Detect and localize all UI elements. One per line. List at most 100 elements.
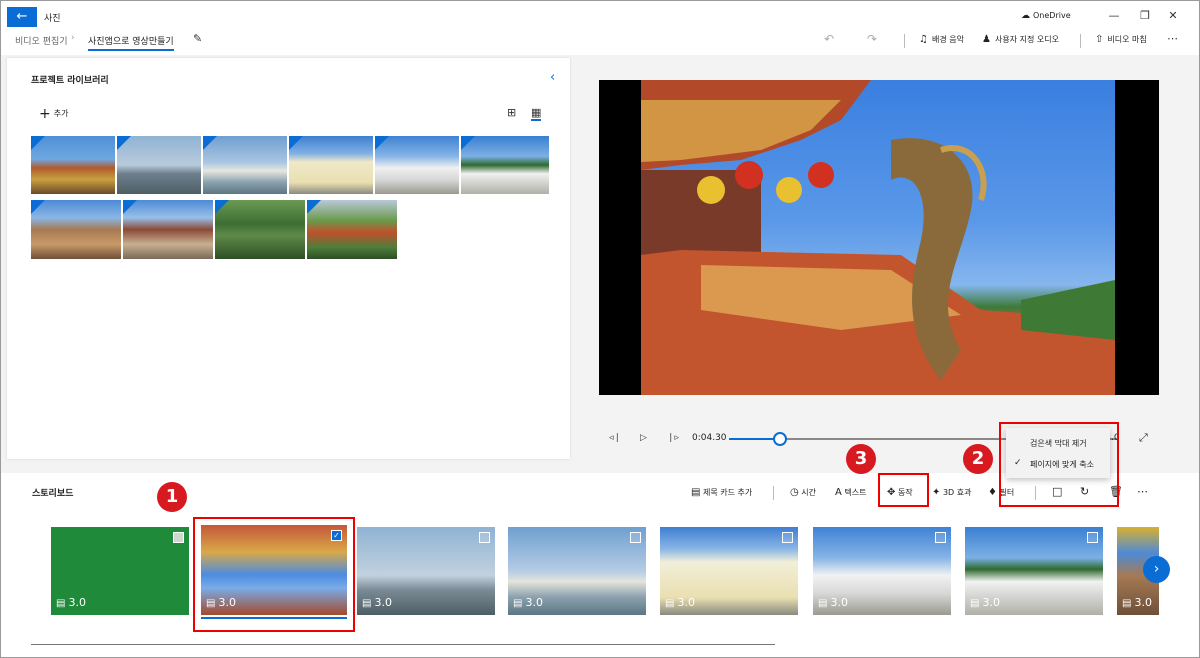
title-card-icon: ▤ <box>691 487 701 498</box>
back-button[interactable]: ← <box>7 7 37 27</box>
redo-icon: ↷ <box>867 32 878 46</box>
minimize-icon: — <box>1108 9 1120 22</box>
clip-duration-value: 3.0 <box>525 596 543 609</box>
app-title: 사진 <box>44 14 61 24</box>
image-icon: ▤ <box>970 598 980 609</box>
clip-checkbox[interactable] <box>479 532 490 543</box>
annotation-box-motion <box>878 473 929 507</box>
used-marker-icon <box>31 136 45 150</box>
fullscreen-button[interactable]: ⤢ <box>1139 431 1148 445</box>
annotation-badge-2: 2 <box>963 444 993 474</box>
onedrive-status[interactable]: ☁ OneDrive <box>1021 11 1071 21</box>
clip-checkbox[interactable] <box>173 532 184 543</box>
clip-duration: ▤ 3.0 <box>818 596 848 609</box>
ellipsis-icon: ⋯ <box>1137 485 1148 498</box>
redo-button[interactable]: ↷ <box>867 32 877 46</box>
library-thumbnail[interactable] <box>31 200 121 259</box>
restore-icon: ❐ <box>1140 9 1150 22</box>
more-options-button[interactable]: ⋯ <box>1167 32 1178 45</box>
export-icon: ⇧ <box>1095 34 1104 45</box>
clip-checkbox[interactable] <box>630 532 641 543</box>
custom-audio-button[interactable]: ♟ 사용자 지정 오디오 <box>982 34 1059 45</box>
step-forward-icon: ❘▹ <box>667 433 680 443</box>
image-icon: ▤ <box>56 598 66 609</box>
add-title-card-button[interactable]: ▤ 제목 카드 추가 <box>691 487 752 498</box>
toolbar-divider <box>773 486 774 500</box>
collapse-library-button[interactable]: ‹ <box>550 70 555 85</box>
clip-duration-value: 3.0 <box>982 596 1000 609</box>
sparkle-icon: ✦ <box>932 487 941 498</box>
storyboard-clip[interactable]: ▤ 3.0 <box>51 527 189 615</box>
library-thumbnail[interactable] <box>307 200 397 259</box>
play-button[interactable]: ▷ <box>640 433 647 443</box>
library-thumbnail[interactable] <box>215 200 305 259</box>
used-marker-icon <box>31 200 45 214</box>
breadcrumb-chevron-icon: › <box>71 33 75 43</box>
library-title: 프로젝트 라이브러리 <box>31 76 109 86</box>
add-media-button[interactable]: + 추가 <box>39 106 68 122</box>
clip-checkbox[interactable] <box>1087 532 1098 543</box>
clip-checkbox[interactable] <box>935 532 946 543</box>
text-icon: A <box>835 487 842 498</box>
play-icon: ▷ <box>640 433 647 443</box>
used-marker-icon <box>215 200 229 214</box>
breadcrumb-video-editor[interactable]: 비디오 편집기 <box>15 34 68 47</box>
video-preview[interactable] <box>599 80 1159 395</box>
storyboard-clip[interactable]: ▤ 3.0 <box>357 527 495 615</box>
clip-duration: ▤ 3.0 <box>1122 596 1152 609</box>
person-audio-icon: ♟ <box>982 34 991 45</box>
storyboard-clip[interactable]: ▤ 3.0 <box>813 527 951 615</box>
next-frame-button[interactable]: ❘▹ <box>667 433 679 443</box>
custom-audio-label: 사용자 지정 오디오 <box>994 35 1059 44</box>
annotation-box-resize-menu <box>999 422 1119 507</box>
effects-3d-button[interactable]: ✦ 3D 효과 <box>932 487 971 498</box>
rename-button[interactable]: ✎ <box>193 32 202 45</box>
used-marker-icon <box>375 136 389 150</box>
clip-duration-value: 3.0 <box>677 596 695 609</box>
pencil-icon: ✎ <box>193 32 203 45</box>
background-music-button[interactable]: ♫ 배경 음악 <box>919 34 964 45</box>
toolbar-divider <box>1080 34 1081 48</box>
close-button[interactable]: ✕ <box>1166 9 1180 22</box>
image-icon: ▤ <box>1122 598 1132 609</box>
storyboard-more-button[interactable]: ⋯ <box>1137 485 1148 498</box>
clip-duration-value: 3.0 <box>1134 596 1152 609</box>
library-thumbnail[interactable] <box>461 136 549 194</box>
library-thumbnail[interactable] <box>31 136 115 194</box>
small-thumbnails-button[interactable]: ▦ <box>531 106 542 121</box>
background-music-label: 배경 음악 <box>931 35 964 44</box>
library-thumbnail[interactable] <box>123 200 213 259</box>
duration-button[interactable]: ◷ 시간 <box>790 487 816 498</box>
toolbar-divider <box>904 34 905 48</box>
undo-button[interactable]: ↶ <box>824 32 834 46</box>
storyboard-clip[interactable]: ▤ 3.0 <box>965 527 1103 615</box>
previous-frame-button[interactable]: ◃❘ <box>609 433 621 443</box>
annotation-box-selected-clip <box>193 517 355 632</box>
chevron-right-icon: › <box>1153 561 1160 577</box>
maximize-button[interactable]: ❐ <box>1138 9 1152 22</box>
library-thumbnail[interactable] <box>203 136 287 194</box>
plus-icon: + <box>39 106 51 122</box>
arrow-left-icon: ← <box>16 9 28 24</box>
title-bar <box>1 1 1199 31</box>
scroll-next-button[interactable]: › <box>1143 556 1170 583</box>
seek-thumb[interactable] <box>773 432 787 446</box>
storyboard-clip[interactable]: ▤ 3.0 <box>508 527 646 615</box>
storyboard-clip[interactable]: ▤ 3.0 <box>660 527 798 615</box>
library-thumbnail[interactable] <box>289 136 373 194</box>
step-back-icon: ◃❘ <box>609 433 622 443</box>
used-marker-icon <box>203 136 217 150</box>
large-thumbnails-button[interactable]: ⊞ <box>507 106 516 119</box>
minimize-button[interactable]: — <box>1107 9 1121 22</box>
undo-icon: ↶ <box>824 32 835 46</box>
clip-checkbox[interactable] <box>782 532 793 543</box>
preview-image <box>641 80 1115 395</box>
storyboard-scrollbar[interactable] <box>31 644 775 645</box>
library-thumbnail[interactable] <box>375 136 459 194</box>
temple-illustration <box>641 80 1115 395</box>
finish-video-button[interactable]: ⇧ 비디오 마침 <box>1095 34 1147 45</box>
clip-duration: ▤ 3.0 <box>970 596 1000 609</box>
clip-duration-value: 3.0 <box>68 596 86 609</box>
text-button[interactable]: A 텍스트 <box>835 487 866 498</box>
library-thumbnail[interactable] <box>117 136 201 194</box>
